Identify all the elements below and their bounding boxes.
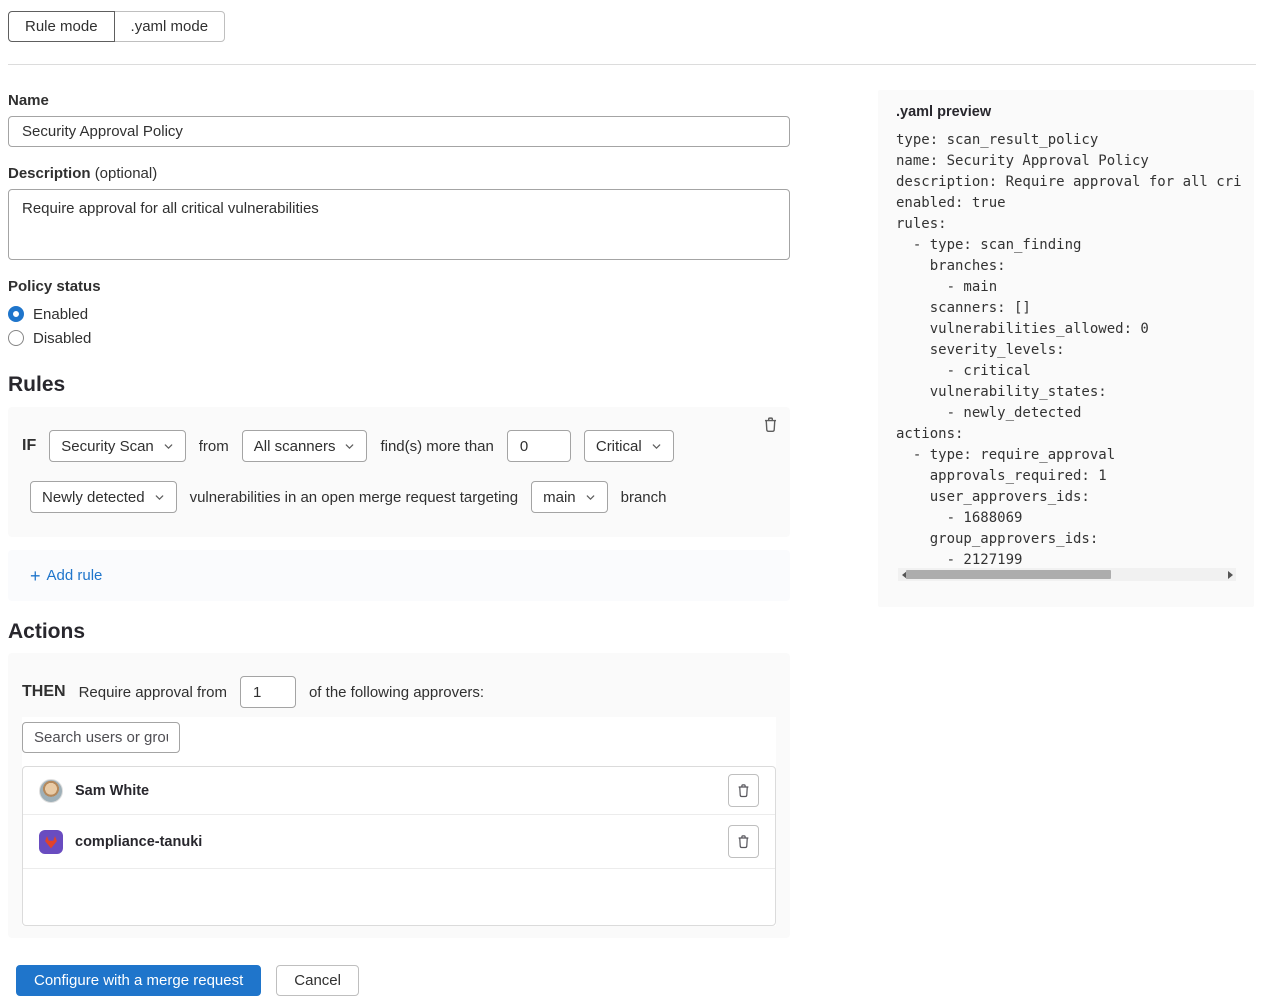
rule-row-1: IF Security Scan from All scanners find(… — [22, 430, 776, 462]
from-label: from — [199, 438, 229, 455]
then-row: THEN Require approval from of the follow… — [22, 676, 776, 708]
description-label: Description (optional) — [8, 165, 790, 182]
radio-disabled-label: Disabled — [33, 330, 91, 347]
scan-type-value: Security Scan — [61, 438, 154, 455]
actions-panel: THEN Require approval from of the follow… — [8, 653, 790, 938]
vulnerabilities-allowed-input[interactable] — [507, 430, 571, 462]
radio-disabled-dot[interactable] — [8, 330, 24, 346]
add-rule-button[interactable]: + Add rule — [30, 567, 102, 585]
section-divider — [8, 64, 1256, 65]
scanners-dropdown[interactable]: All scanners — [242, 430, 368, 462]
chevron-down-icon — [344, 441, 355, 452]
branch-dropdown[interactable]: main — [531, 481, 608, 513]
group-avatar — [39, 830, 63, 854]
approvers-section: Sam White compliance — [22, 717, 776, 926]
if-keyword: IF — [22, 437, 36, 455]
radio-disabled[interactable]: Disabled — [8, 326, 790, 350]
add-rule-panel: + Add rule — [8, 550, 790, 601]
finds-more-than-label: find(s) more than — [380, 438, 493, 455]
tanuki-icon — [43, 834, 59, 850]
trash-icon — [736, 834, 751, 849]
search-users-groups-input[interactable] — [22, 722, 180, 753]
branch-label: branch — [621, 489, 667, 506]
yaml-code: type: scan_result_policy name: Security … — [896, 130, 1248, 571]
severity-value: Critical — [596, 438, 642, 455]
of-following-approvers-label: of the following approvers: — [309, 684, 484, 701]
tab-yaml-mode[interactable]: .yaml mode — [114, 11, 226, 42]
description-textarea[interactable]: Require approval for all critical vulner… — [8, 189, 790, 260]
approver-row: compliance-tanuki — [23, 815, 775, 869]
policy-form: Name Description (optional) Require appr… — [8, 92, 790, 996]
chevron-down-icon — [154, 492, 165, 503]
actions-heading: Actions — [8, 620, 790, 644]
trash-icon — [736, 783, 751, 798]
scan-type-dropdown[interactable]: Security Scan — [49, 430, 186, 462]
rule-row-2: Newly detected vulnerabilities in an ope… — [30, 481, 776, 513]
scanners-value: All scanners — [254, 438, 336, 455]
name-input[interactable] — [8, 116, 790, 147]
plus-icon: + — [30, 567, 41, 585]
policy-editor-page: Rule mode .yaml mode Name Description (o… — [0, 0, 1264, 1006]
yaml-preview-title: .yaml preview — [896, 104, 1254, 120]
remove-approver-button[interactable] — [728, 774, 759, 807]
chevron-down-icon — [651, 441, 662, 452]
trash-icon — [762, 416, 779, 433]
description-label-text: Description — [8, 165, 91, 182]
approver-list: Sam White compliance — [22, 766, 776, 926]
mode-tabs: Rule mode .yaml mode — [8, 11, 225, 42]
radio-enabled-dot[interactable] — [8, 306, 24, 322]
chevron-down-icon — [585, 492, 596, 503]
require-approval-label: Require approval from — [79, 684, 227, 701]
description-optional-hint: (optional) — [95, 165, 158, 182]
approver-name: compliance-tanuki — [75, 834, 202, 850]
radio-enabled[interactable]: Enabled — [8, 302, 790, 326]
form-footer: Configure with a merge request Cancel — [16, 965, 790, 996]
vulnerability-state-value: Newly detected — [42, 489, 145, 506]
yaml-preview-panel: .yaml preview type: scan_result_policy n… — [878, 90, 1254, 607]
add-rule-label: Add rule — [47, 567, 103, 584]
scrollbar-thumb[interactable] — [906, 570, 1111, 579]
targeting-label: vulnerabilities in an open merge request… — [190, 489, 519, 506]
chevron-down-icon — [163, 441, 174, 452]
rule-panel: IF Security Scan from All scanners find(… — [8, 407, 790, 537]
vulnerability-state-dropdown[interactable]: Newly detected — [30, 481, 177, 513]
rules-heading: Rules — [8, 373, 790, 397]
branch-value: main — [543, 489, 576, 506]
severity-dropdown[interactable]: Critical — [584, 430, 674, 462]
approver-row: Sam White — [23, 767, 775, 815]
scroll-right-icon — [1228, 571, 1233, 579]
approver-name: Sam White — [75, 783, 149, 799]
scroll-right-button[interactable] — [1224, 568, 1236, 581]
tab-rule-mode[interactable]: Rule mode — [8, 11, 115, 42]
policy-status-radio-group: Enabled Disabled — [8, 302, 790, 350]
remove-approver-button[interactable] — [728, 825, 759, 858]
policy-status-label: Policy status — [8, 278, 790, 295]
then-keyword: THEN — [22, 683, 66, 701]
approvals-required-input[interactable] — [240, 676, 296, 708]
radio-enabled-label: Enabled — [33, 306, 88, 323]
delete-rule-button[interactable] — [762, 416, 779, 433]
configure-merge-request-button[interactable]: Configure with a merge request — [16, 965, 261, 996]
user-avatar — [39, 779, 63, 803]
yaml-horizontal-scrollbar[interactable] — [898, 568, 1236, 581]
name-label: Name — [8, 92, 790, 109]
cancel-button[interactable]: Cancel — [276, 965, 359, 996]
